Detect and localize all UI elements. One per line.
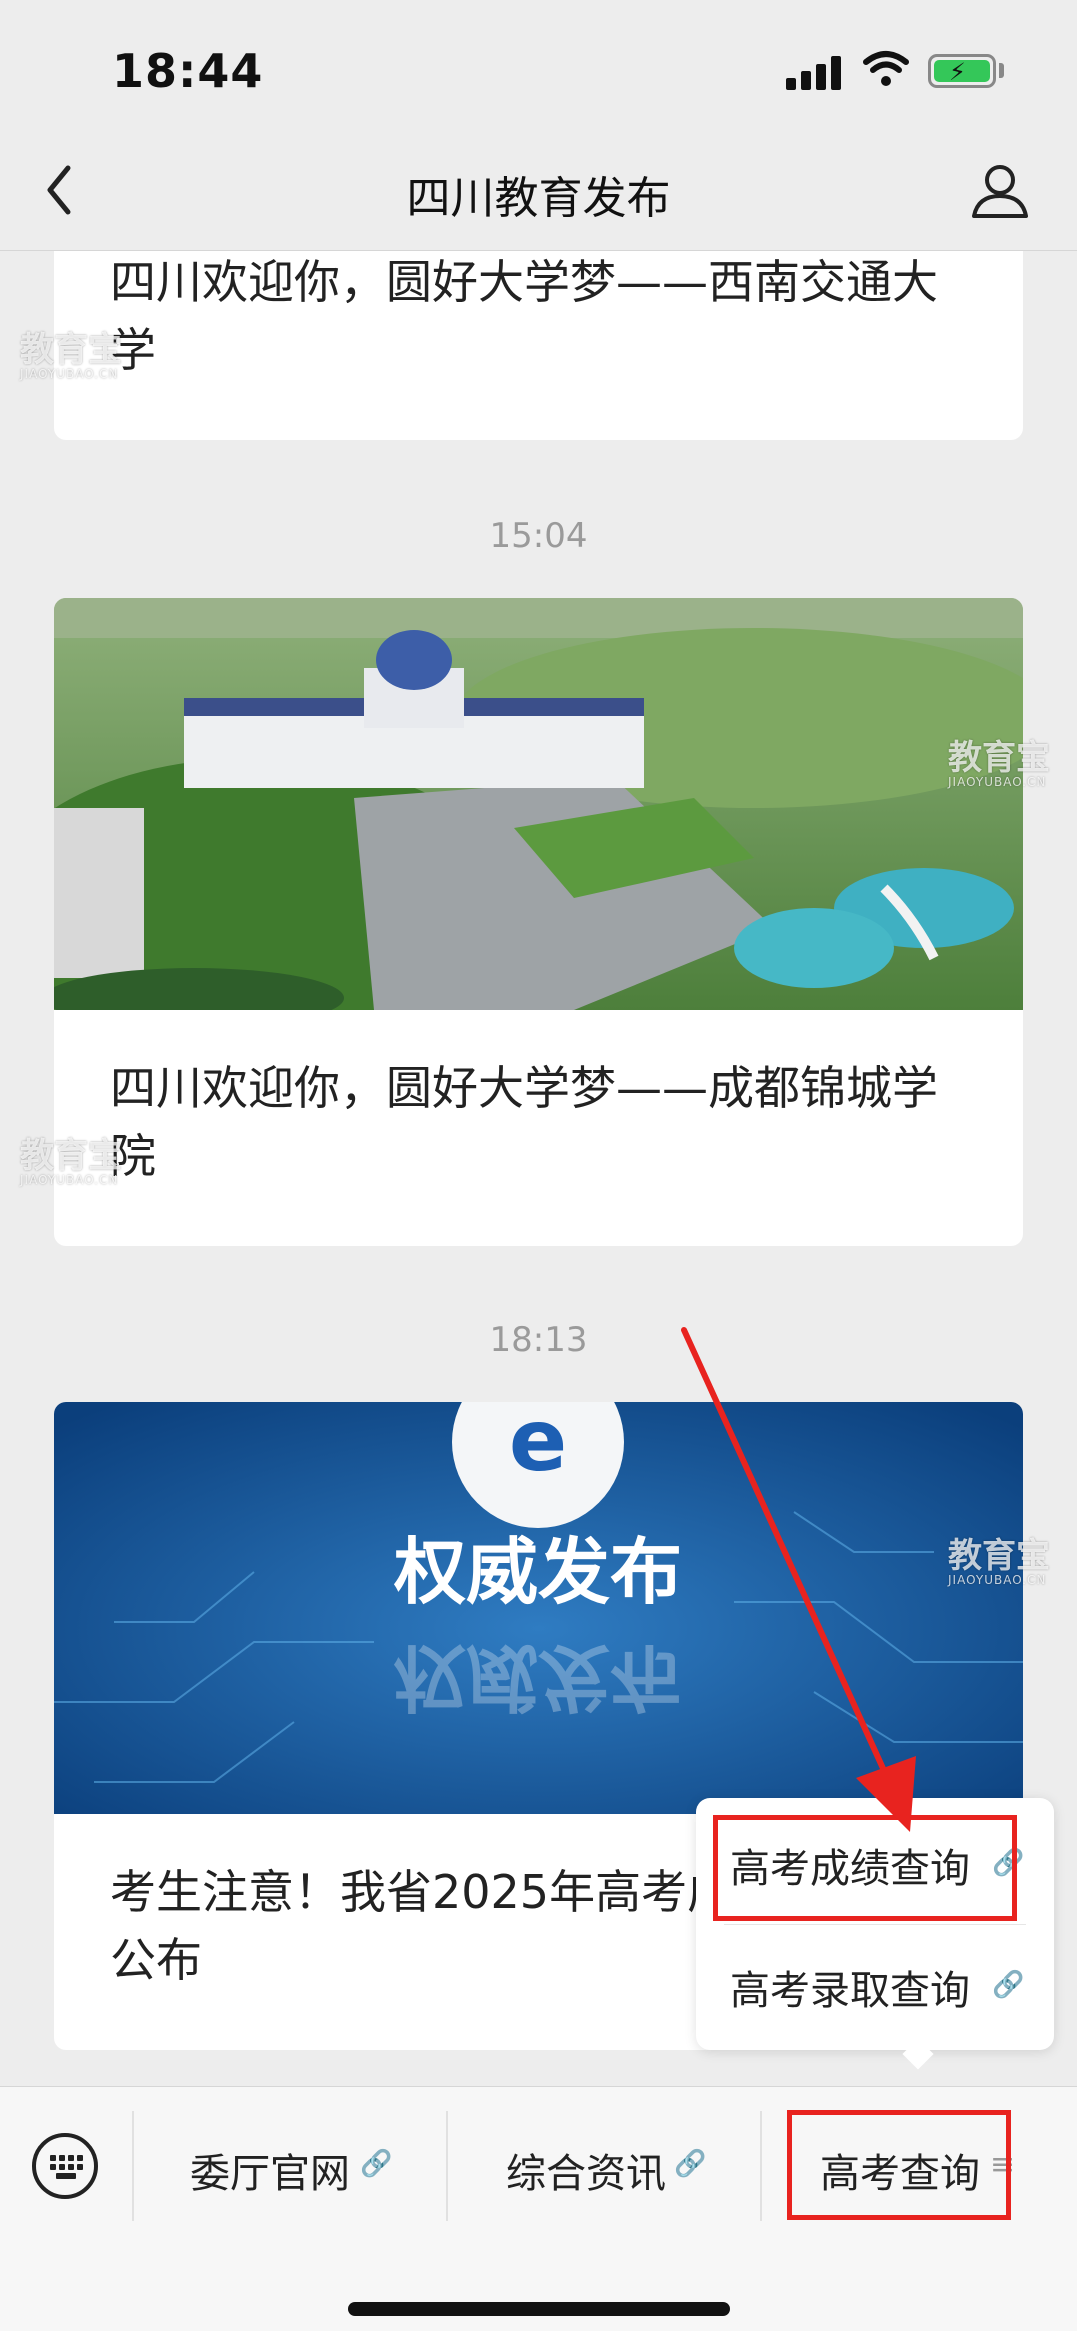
watermark: 教育宝JIAOYUBAO.CN xyxy=(948,738,1050,789)
menu-item-label: 综合资讯 xyxy=(506,2151,666,2197)
wifi-icon xyxy=(863,51,909,86)
keyboard-toggle-icon[interactable] xyxy=(32,2133,98,2199)
article-title: 四川欢迎你，圆好大学梦——成都锦城学院 xyxy=(110,1061,938,1183)
cellular-signal-icon xyxy=(786,56,842,90)
annotation-highlight-box xyxy=(713,1815,1017,1921)
message-timestamp: 18:13 xyxy=(489,1320,588,1360)
status-time: 18:44 xyxy=(112,44,264,98)
link-icon: 🔗 xyxy=(992,1970,1025,2000)
menu-item-label: 委厅官网 xyxy=(190,2151,350,2197)
submenu-item-label: 高考录取查询 xyxy=(730,1968,970,2014)
screen: 18:44 ⚡ 四川教育发布 四川欢迎你，圆好大学梦——西南交通大学 教育宝 J… xyxy=(0,0,1077,2331)
battery-tip xyxy=(999,63,1004,78)
banner-text: 权威发布 xyxy=(393,1530,682,1614)
top-bar: 18:44 ⚡ 四川教育发布 xyxy=(0,0,1077,251)
divider xyxy=(724,1924,1026,1925)
watermark: 教育宝JIAOYUBAO.CN xyxy=(948,1536,1050,1587)
message-timestamp: 15:04 xyxy=(489,516,588,556)
menu-item-news[interactable]: 综合资讯 🔗 xyxy=(448,2119,760,2219)
annotation-highlight-box xyxy=(787,2110,1011,2220)
link-icon: 🔗 xyxy=(674,2149,707,2179)
watermark: 教育宝JIAOYUBAO.CN xyxy=(20,330,122,381)
menu-item-official-site[interactable]: 委厅官网 🔗 xyxy=(134,2119,446,2219)
link-icon: 🔗 xyxy=(360,2149,393,2179)
campus-aerial-photo xyxy=(54,598,1023,1010)
watermark: 教育宝JIAOYUBAO.CN xyxy=(20,1136,122,1187)
article-card[interactable]: 四川欢迎你，圆好大学梦——成都锦城学院 xyxy=(54,598,1023,1246)
page-title: 四川教育发布 xyxy=(406,173,671,224)
home-indicator xyxy=(348,2302,730,2316)
svg-text:e: e xyxy=(509,1402,567,1491)
article-title: 四川欢迎你，圆好大学梦——西南交通大学 xyxy=(110,255,938,377)
battery-icon: ⚡ xyxy=(928,54,996,88)
announcement-banner: e 权威发布 权威发布 xyxy=(54,1402,1023,1814)
profile-icon[interactable] xyxy=(970,160,1030,220)
banner-reflection: 权威发布 xyxy=(393,1635,682,1719)
submenu-item-admission-query[interactable]: 高考录取查询 🔗 xyxy=(696,1930,1054,2034)
